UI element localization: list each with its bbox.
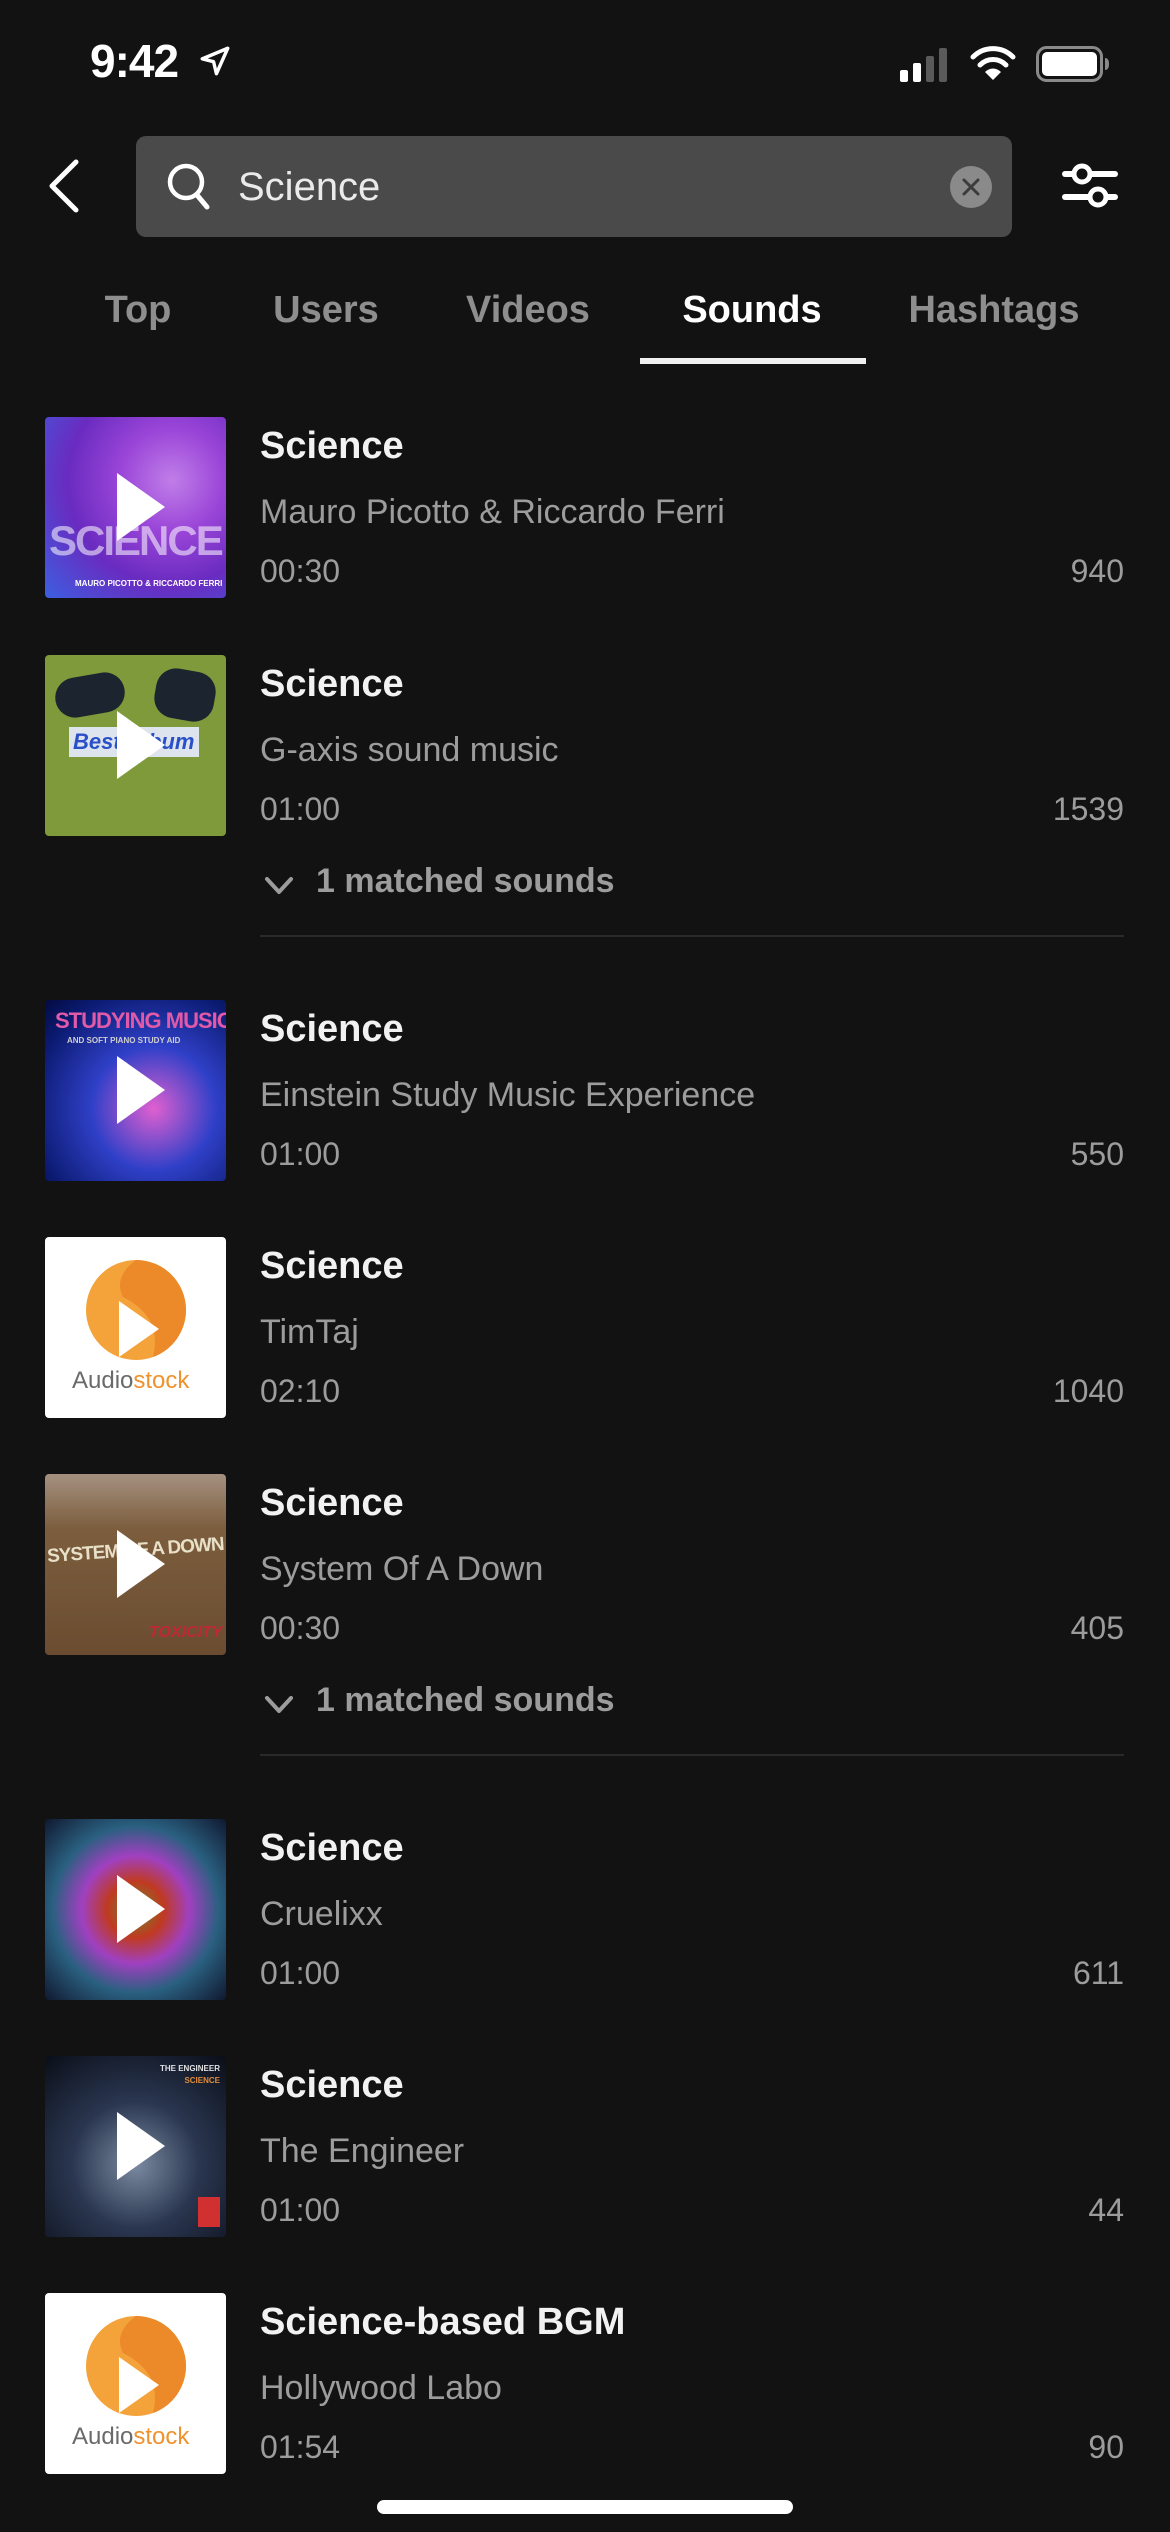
sound-use-count: 940 [1070,553,1124,589]
search-bar[interactable] [136,136,1012,237]
sound-item[interactable]: THE ENGINEER SCIENCE Science The Enginee… [0,2056,1170,2246]
cover-subtext: MAURO PICOTTO & RICCARDO FERRI [75,579,223,588]
wifi-icon [970,46,1016,80]
sound-cover[interactable] [45,1819,226,2000]
sound-use-count: 405 [1070,1610,1124,1646]
play-icon [117,473,165,541]
sound-duration: 01:54 [260,2429,341,2465]
sound-artist: TimTaj [260,1313,359,1351]
audiostock-logo-icon [86,2316,186,2416]
tab-videos[interactable]: Videos [458,280,598,366]
chevron-down-icon [265,1696,293,1713]
filter-button[interactable] [1060,160,1120,212]
sound-use-count: 1040 [1052,1373,1124,1409]
search-icon [167,163,210,210]
close-icon [962,178,980,196]
sound-cover[interactable]: STUDYING MUSIC AND SOFT PIANO STUDY AID [45,1000,226,1181]
tab-users[interactable]: Users [262,280,390,366]
sound-title: Science [260,1245,404,1287]
chevron-down-icon [265,877,293,894]
sound-artist: Mauro Picotto & Riccardo Ferri [260,493,725,531]
cover-text: STUDYING MUSIC [55,1008,226,1033]
sound-title: Science [260,1827,404,1869]
search-input[interactable] [238,158,878,216]
tab-sounds[interactable]: Sounds [668,280,836,366]
status-bar: 9:42 [0,0,1170,130]
sound-duration: 00:30 [260,1610,341,1646]
matched-sounds-label: 1 matched sounds [316,1681,615,1719]
cover-text: Audiostock [72,1367,190,1394]
sound-use-count: 1539 [1052,791,1124,827]
sound-artist: System Of A Down [260,1550,544,1588]
divider [260,1754,1124,1756]
sound-duration: 01:00 [260,1136,341,1172]
sound-item[interactable]: SYSTEM OF A DOWN TOXICITY Science System… [0,1474,1170,1664]
sound-title: Science [260,663,404,705]
divider [260,935,1124,937]
cover-subtext: AND SOFT PIANO STUDY AID [67,1036,181,1045]
sound-duration: 01:00 [260,791,341,827]
sound-use-count: 44 [1088,2192,1124,2228]
cover-text: Audiostock [72,2423,190,2450]
sound-title: Science [260,2064,404,2106]
cellular-signal-icon [900,48,947,82]
search-tabs: Top Users Videos Sounds Hashtags [0,280,1170,370]
tab-hashtags[interactable]: Hashtags [896,280,1092,366]
cover-subtext: SCIENCE [184,2076,220,2085]
play-icon [117,1056,165,1124]
cover-subtext: TOXICITY [149,1624,223,1641]
tab-top[interactable]: Top [96,280,180,366]
chevron-left-icon [49,159,79,213]
status-time: 9:42 [90,35,179,87]
matched-sounds-label: 1 matched sounds [316,862,615,900]
sound-use-count: 550 [1070,1136,1124,1172]
sound-cover[interactable]: THE ENGINEER SCIENCE [45,2056,226,2237]
home-indicator[interactable] [377,2500,793,2514]
play-icon [117,711,165,779]
sound-cover[interactable]: SYSTEM OF A DOWN TOXICITY [45,1474,226,1655]
sound-duration: 00:30 [260,553,341,589]
sound-duration: 01:00 [260,1955,341,1991]
sound-cover[interactable]: Audiostock [45,2293,226,2474]
cover-text: THE ENGINEER [159,2064,220,2073]
sound-duration: 01:00 [260,2192,341,2228]
sound-title: Science [260,1482,404,1524]
play-icon [117,2112,165,2180]
location-arrow-icon [200,46,230,76]
sound-artist: Hollywood Labo [260,2369,502,2407]
sound-artist: Einstein Study Music Experience [260,1076,756,1114]
sound-artist: The Engineer [260,2132,465,2170]
sound-title: Science [260,425,404,467]
sound-cover[interactable]: SCIENCE MAURO PICOTTO & RICCARDO FERRI [45,417,226,598]
sound-item[interactable]: Science Cruelixx 01:00 611 [0,1819,1170,2009]
sliders-icon [1062,163,1118,208]
sound-cover[interactable]: Audiostock [45,1237,226,1418]
sound-item[interactable]: STUDYING MUSIC AND SOFT PIANO STUDY AID … [0,1000,1170,1190]
sound-item[interactable]: Audiostock Science-based BGM Hollywood L… [0,2293,1170,2483]
sound-use-count: 611 [1072,1955,1124,1991]
sound-item[interactable]: SCIENCE MAURO PICOTTO & RICCARDO FERRI S… [0,417,1170,607]
sound-item[interactable]: Audiostock Science TimTaj 02:10 1040 [0,1237,1170,1427]
play-icon [117,1875,165,1943]
sound-artist: Cruelixx [260,1895,383,1933]
back-button[interactable] [42,158,88,214]
audiostock-logo-icon [86,1260,186,1360]
play-icon [117,1530,165,1598]
battery-icon [1036,46,1109,82]
sound-cover[interactable]: Best Album [45,655,226,836]
sound-title: Science [260,1008,404,1050]
sound-use-count: 90 [1088,2429,1124,2465]
sound-duration: 02:10 [260,1373,341,1409]
active-tab-indicator [640,358,866,364]
clear-search-button[interactable] [950,166,992,208]
sound-artist: G-axis sound music [260,731,559,769]
sound-item[interactable]: Best Album Science G-axis sound music 01… [0,655,1170,845]
sound-title: Science-based BGM [260,2301,626,2343]
